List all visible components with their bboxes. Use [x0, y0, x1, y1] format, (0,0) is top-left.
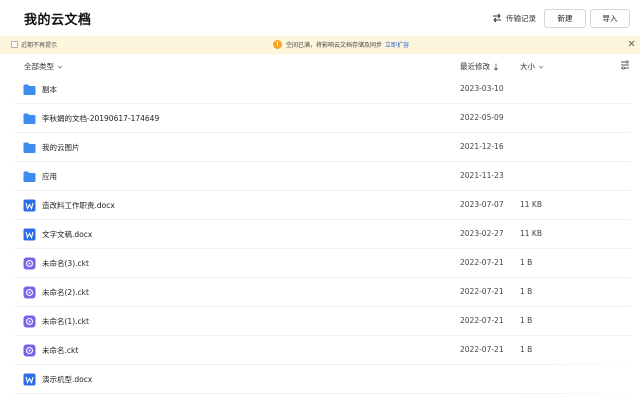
file-row[interactable]: 副本 2023-03-10 — [14, 75, 630, 104]
file-modified-date: 2021-12-16 — [460, 142, 504, 151]
ckt-file-icon — [23, 257, 36, 270]
file-row[interactable]: 应用 2021-11-23 — [14, 162, 630, 191]
folder-icon — [23, 112, 36, 125]
warning-icon: ! — [273, 40, 282, 49]
folder-icon — [23, 141, 36, 154]
file-modified-date: 2023-07-07 — [460, 200, 504, 209]
file-row[interactable]: 未命名(1).ckt 2022-07-21 1 B — [14, 307, 630, 336]
file-name[interactable]: 副本 — [42, 84, 57, 95]
file-modified-date: 2023-03-10 — [460, 84, 504, 93]
word-doc-icon — [23, 373, 36, 386]
chevron-down-icon — [57, 65, 63, 69]
ckt-file-icon — [23, 315, 36, 328]
filter-type-dropdown[interactable]: 全部类型 — [24, 61, 63, 72]
file-list: 副本 2023-03-10 李秋娟的文档-20190617-174649 2022-0… — [0, 75, 640, 394]
file-row[interactable]: 我的云图片 2021-12-16 — [14, 133, 630, 162]
file-name[interactable]: 文字文稿.docx — [42, 229, 92, 240]
import-button[interactable]: 导入 — [590, 9, 630, 28]
file-size: 1 B — [520, 287, 533, 296]
size-label: 大小 — [520, 62, 535, 71]
expand-storage-link[interactable]: 立即扩容 — [385, 42, 409, 49]
modified-label: 最近修改 — [460, 62, 490, 71]
close-icon[interactable] — [627, 39, 636, 48]
file-row[interactable]: 未命名(3).ckt 2022-07-21 1 B — [14, 249, 630, 278]
file-modified-date: 2022-07-21 — [460, 287, 504, 296]
file-name[interactable]: 李秋娟的文档-20190617-174649 — [42, 113, 159, 124]
dont-remind-label: 近期不再提示 — [21, 42, 58, 49]
file-row[interactable]: 李秋娟的文档-20190617-174649 2022-05-09 — [14, 104, 630, 133]
file-name[interactable]: 应用 — [42, 171, 57, 182]
sort-modified-header[interactable]: 最近修改 — [460, 61, 499, 72]
notice-message: 空间已满，将影响云文档存储及同步 — [286, 42, 383, 49]
file-size: 11 KB — [520, 200, 542, 209]
filter-type-label: 全部类型 — [24, 62, 54, 71]
file-modified-date: 2023-02-27 — [460, 229, 504, 238]
file-name[interactable]: 未命名(2).ckt — [42, 287, 89, 298]
file-row[interactable]: 未命名(2).ckt 2022-07-21 1 B — [14, 278, 630, 307]
ckt-file-icon — [23, 286, 36, 299]
file-name[interactable]: 未命名(1).ckt — [42, 316, 89, 327]
file-modified-date: 2022-07-21 — [460, 345, 504, 354]
folder-icon — [23, 83, 36, 96]
folder-icon — [23, 170, 36, 183]
file-name[interactable]: 未命名.ckt — [42, 345, 78, 356]
file-size: 1 B — [520, 345, 533, 354]
notice-message-wrap: 空间已满，将影响云文档存储及同步 立即扩容 — [286, 40, 409, 49]
dont-remind-checkbox[interactable] — [11, 41, 18, 48]
file-modified-date: 2021-11-23 — [460, 171, 504, 180]
word-doc-icon — [23, 199, 36, 212]
file-modified-date: 2022-05-09 — [460, 113, 504, 122]
transfer-icon — [493, 13, 501, 23]
file-row[interactable]: 造改料工作职责.docx 2023-07-07 11 KB — [14, 191, 630, 220]
sort-size-header[interactable]: 大小 — [520, 61, 544, 72]
header: 我的云文档 传输记录 新建 导入 — [0, 0, 640, 36]
ckt-file-icon — [23, 344, 36, 357]
file-modified-date: 2022-07-21 — [460, 316, 504, 325]
storage-full-notice: 近期不再提示 ! 空间已满，将影响云文档存储及同步 立即扩容 — [0, 36, 640, 54]
file-size: 11 KB — [520, 229, 542, 238]
file-size: 1 B — [520, 316, 533, 325]
word-doc-icon — [23, 228, 36, 241]
file-row[interactable]: 文字文稿.docx 2023-02-27 11 KB — [14, 220, 630, 249]
sort-down-icon — [493, 63, 499, 71]
file-name[interactable]: 未命名(3).ckt — [42, 258, 89, 269]
new-button[interactable]: 新建 — [544, 9, 586, 28]
column-settings-icon[interactable] — [620, 60, 630, 70]
file-name[interactable]: 造改料工作职责.docx — [42, 200, 115, 211]
refresh-icon[interactable] — [79, 11, 91, 23]
file-modified-date: 2022-07-21 — [460, 258, 504, 267]
file-size: 1 B — [520, 258, 533, 267]
chevron-down-icon — [538, 65, 544, 69]
file-name[interactable]: 我的云图片 — [42, 142, 80, 153]
bottom-fade — [520, 360, 640, 404]
transfer-record-button[interactable]: 传输记录 — [492, 11, 536, 25]
column-header: 全部类型 最近修改 大小 — [0, 57, 640, 75]
file-name[interactable]: 演示机型.docx — [42, 374, 92, 385]
transfer-label: 传输记录 — [506, 13, 536, 23]
